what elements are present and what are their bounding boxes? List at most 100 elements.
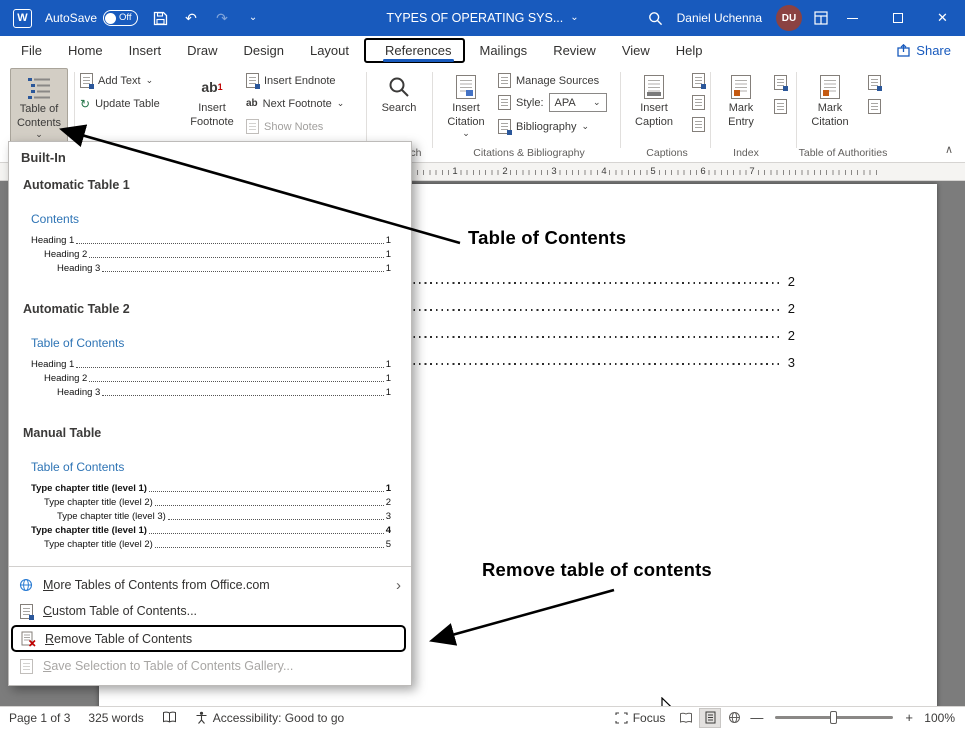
insert-citation-button[interactable]: Insert Citation ⌄ (438, 68, 494, 144)
user-name[interactable]: Daniel Uchenna (677, 11, 762, 25)
add-text-chevron-icon: ⌄ (146, 77, 154, 84)
insert-caption-button[interactable]: Insert Caption (626, 68, 682, 144)
word-count[interactable]: 325 words (79, 707, 152, 729)
search-icon[interactable] (647, 9, 665, 27)
autosave-knob (105, 13, 116, 24)
autosave-toggle[interactable]: AutoSave Off (45, 10, 138, 26)
update-citations-table-button[interactable] (862, 96, 886, 117)
add-text-button[interactable]: Add Text ⌄ (80, 70, 153, 91)
quick-access-toolbar: W AutoSave Off ↶ ↷ ⌄ (0, 9, 262, 28)
insert-citation-label-1: Insert (452, 102, 480, 115)
page-indicator[interactable]: Page 1 of 3 (0, 707, 79, 729)
maximize-button[interactable] (875, 0, 920, 36)
insert-caption-icon (644, 73, 664, 101)
collapse-ribbon-icon[interactable]: ∧ (945, 143, 953, 156)
minimize-button[interactable] (830, 0, 875, 36)
close-button[interactable]: ✕ (920, 0, 965, 36)
insert-table-of-authorities-button[interactable] (862, 72, 886, 93)
web-layout-button[interactable] (723, 708, 745, 728)
gallery-caption: Manual Table (23, 426, 397, 440)
toc-button-label-1: Table of (20, 103, 59, 116)
insert-footnote-button[interactable]: ab1 Insert Footnote (184, 68, 240, 144)
insert-footnote-label-1: Insert (198, 102, 226, 115)
zoom-out-button[interactable]: — (746, 710, 767, 725)
toc-page-number: 2 (788, 302, 795, 315)
user-avatar[interactable]: DU (776, 5, 802, 31)
toc-gallery-automatic-2[interactable]: Automatic Table 2 Table of Contents Head… (9, 290, 411, 414)
bibliography-button[interactable]: Bibliography ⌄ (498, 116, 589, 137)
mark-citation-button[interactable]: Mark Citation (802, 68, 858, 144)
tab-file[interactable]: File (8, 38, 55, 63)
insert-index-button[interactable] (768, 72, 792, 93)
zoom-level[interactable]: 100% (917, 711, 955, 725)
ribbon-tabs: File Home Insert Draw Design Layout Refe… (0, 36, 965, 64)
ruler-number: 2 (500, 166, 509, 177)
toc-page-number: 3 (788, 356, 795, 369)
update-table-of-figures-button[interactable] (686, 92, 710, 113)
tab-draw[interactable]: Draw (174, 38, 230, 63)
statusbar: Page 1 of 3 325 words Accessibility: Goo… (0, 706, 965, 728)
title-dropdown-chevron-icon: ⌄ (570, 13, 578, 23)
dotted-leader (76, 243, 383, 244)
manage-sources-button[interactable]: Manage Sources (498, 70, 599, 91)
update-table-button[interactable]: ↻ Update Table (80, 93, 160, 114)
tab-home[interactable]: Home (55, 38, 116, 63)
cross-reference-button[interactable] (686, 114, 710, 135)
cross-reference-icon (692, 117, 705, 132)
table-of-contents-button[interactable]: Table of Contents ⌄ (10, 68, 68, 144)
gallery-preview-title: Table of Contents (31, 336, 391, 350)
mark-citation-icon (820, 73, 840, 101)
insert-caption-label-2: Caption (635, 116, 673, 129)
update-table-label: Update Table (95, 98, 160, 110)
menu-item-more-tables-from-office[interactable]: More Tables of Contents from Office.com … (9, 572, 411, 598)
share-button[interactable]: Share (897, 43, 951, 58)
titlebar-right: Daniel Uchenna DU ✕ (647, 0, 965, 36)
mark-entry-label-1: Mark (729, 102, 753, 115)
tab-references[interactable]: References (374, 40, 462, 61)
ribbon-display-options-icon[interactable] (812, 9, 830, 27)
customize-qat-chevron-icon[interactable]: ⌄ (244, 9, 262, 27)
search-ribbon-icon (387, 73, 411, 101)
insert-caption-label-1: Insert (640, 102, 668, 115)
style-value: APA (555, 97, 576, 109)
accessibility-status[interactable]: Accessibility: Good to go (186, 707, 353, 729)
menu-item-custom-table-of-contents[interactable]: Custom Table of Contents... (9, 598, 411, 624)
share-label: Share (916, 43, 951, 58)
mark-entry-button[interactable]: Mark Entry (716, 68, 766, 144)
read-mode-button[interactable] (675, 708, 697, 728)
update-index-button[interactable] (768, 96, 792, 117)
tab-mailings[interactable]: Mailings (467, 38, 541, 63)
save-icon[interactable] (151, 9, 169, 27)
search-button[interactable]: Search (372, 68, 426, 144)
style-select[interactable]: APA ⌄ (549, 93, 607, 112)
undo-icon[interactable]: ↶ (182, 9, 200, 27)
proofing-status-icon[interactable] (153, 707, 186, 729)
annotation-remove-table-of-contents: Remove table of contents (482, 559, 712, 581)
update-index-icon (774, 99, 787, 114)
next-footnote-button[interactable]: ab Next Footnote ⌄ (246, 93, 344, 114)
print-layout-button[interactable] (699, 708, 721, 728)
zoom-slider-thumb[interactable] (830, 711, 837, 724)
toc-gallery-manual[interactable]: Manual Table Table of Contents Type chap… (9, 414, 411, 566)
document-title[interactable]: TYPES OF OPERATING SYS... ⌄ (386, 0, 578, 36)
group-separator (432, 72, 433, 148)
tab-view[interactable]: View (609, 38, 663, 63)
tab-layout[interactable]: Layout (297, 38, 362, 63)
statusbar-right: Focus — + 100% (606, 707, 965, 729)
menu-item-remove-table-of-contents[interactable]: Remove Table of Contents (11, 625, 406, 652)
insert-endnote-button[interactable]: Insert Endnote (246, 70, 336, 91)
toc-gallery-automatic-1[interactable]: Automatic Table 1 Contents Heading 11 He… (9, 166, 411, 290)
tab-insert[interactable]: Insert (116, 38, 175, 63)
tab-design[interactable]: Design (231, 38, 297, 63)
focus-button[interactable]: Focus (606, 707, 675, 729)
zoom-in-button[interactable]: + (901, 710, 917, 725)
toc-page-number: 2 (788, 329, 795, 342)
dotted-leader (102, 271, 383, 272)
tab-review[interactable]: Review (540, 38, 609, 63)
autosave-switch[interactable]: Off (103, 10, 138, 26)
mark-entry-icon (731, 73, 751, 101)
builtin-header: Built-In (9, 142, 411, 166)
tab-help[interactable]: Help (663, 38, 716, 63)
insert-table-of-figures-button[interactable] (686, 70, 710, 91)
zoom-slider[interactable] (775, 716, 893, 719)
